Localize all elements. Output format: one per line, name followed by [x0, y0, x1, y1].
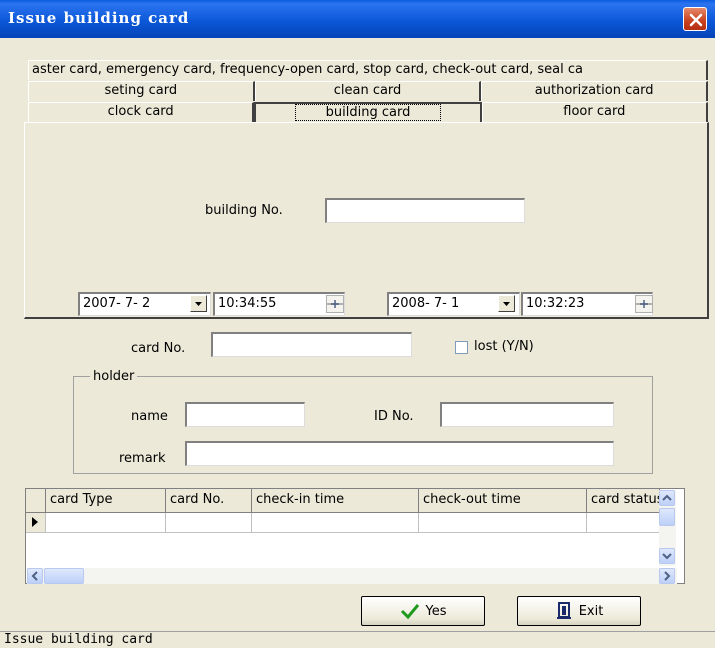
end-time-picker[interactable]: 10:32:23	[521, 292, 653, 316]
building-no-label: building No.	[205, 203, 283, 218]
grid-vertical-scrollbar[interactable]	[659, 490, 676, 566]
id-no-label: ID No.	[374, 409, 414, 424]
end-time-value: 10:32:23	[526, 296, 585, 311]
scroll-down-button[interactable]	[659, 548, 675, 564]
grid-header-card-type[interactable]: card Type	[46, 489, 166, 513]
holder-legend: holder	[90, 369, 138, 384]
chevron-left-icon	[31, 571, 38, 581]
spin-icon	[331, 300, 339, 308]
end-date-value: 2008- 7- 1	[392, 296, 460, 311]
current-row-arrow-icon	[32, 517, 38, 527]
grid-header-card-status[interactable]: card status	[587, 489, 660, 513]
tab-clean-card[interactable]: clean card	[254, 81, 482, 101]
start-time-value: 10:34:55	[218, 296, 277, 311]
yes-button-label: Yes	[425, 603, 447, 619]
status-bar: Issue building card	[0, 631, 715, 648]
window-title: Issue building card	[8, 9, 190, 27]
close-button[interactable]	[683, 7, 707, 31]
close-icon	[689, 13, 703, 27]
lost-label: lost (Y/N)	[474, 339, 534, 354]
scroll-up-button[interactable]	[659, 490, 675, 506]
row-indicator	[26, 513, 46, 533]
grid-header-card-no[interactable]: card No.	[166, 489, 252, 513]
scroll-thumb[interactable]	[44, 568, 84, 584]
grid-cell[interactable]	[419, 513, 587, 533]
name-label: name	[131, 409, 168, 424]
grid-corner	[26, 489, 46, 513]
scroll-right-button[interactable]	[659, 568, 675, 584]
exit-button[interactable]: Exit	[517, 596, 641, 626]
chevron-down-icon	[195, 302, 202, 306]
grid-cell[interactable]	[166, 513, 252, 533]
tab-seting-card[interactable]: seting card	[28, 81, 255, 101]
tab-building-card[interactable]: building card	[254, 102, 482, 122]
scroll-left-button[interactable]	[27, 568, 43, 584]
card-no-input[interactable]	[211, 332, 412, 357]
name-input[interactable]	[185, 402, 305, 427]
chevron-up-icon	[662, 494, 672, 501]
tab-authorization-card[interactable]: authorization card	[481, 81, 709, 101]
grid-cell[interactable]	[587, 513, 660, 533]
start-time-spin[interactable]	[326, 295, 344, 313]
scroll-thumb[interactable]	[659, 508, 675, 526]
grid-horizontal-scrollbar[interactable]	[27, 568, 677, 584]
start-date-value: 2007- 7- 2	[83, 296, 151, 311]
exit-button-label: Exit	[578, 603, 604, 619]
tab-building-card-label: building card	[294, 104, 442, 121]
card-no-label: card No.	[131, 341, 186, 356]
grid-header-check-in[interactable]: check-in time	[252, 489, 419, 513]
start-date-dropdown[interactable]	[190, 295, 207, 312]
tab-row-0: aster card, emergency card, frequency-op…	[28, 60, 708, 80]
tab-row-2: clock card building card floor card	[28, 102, 708, 122]
chevron-down-icon	[503, 302, 510, 306]
remark-input[interactable]	[185, 441, 614, 466]
tab-master-cards[interactable]: aster card, emergency card, frequency-op…	[28, 60, 708, 80]
lost-checkbox[interactable]	[455, 341, 468, 354]
spin-icon	[640, 300, 648, 308]
checkmark-icon	[400, 604, 419, 620]
grid-header-check-out[interactable]: check-out time	[419, 489, 587, 513]
tab-row-1: seting card clean card authorization car…	[28, 81, 709, 101]
end-time-spin[interactable]	[635, 295, 653, 313]
building-no-input[interactable]	[325, 198, 525, 223]
yes-button[interactable]: Yes	[361, 596, 485, 626]
id-no-input[interactable]	[440, 402, 614, 427]
end-date-dropdown[interactable]	[498, 295, 515, 312]
tab-clock-card[interactable]: clock card	[28, 102, 255, 122]
chevron-down-icon	[662, 553, 672, 560]
remark-label: remark	[119, 451, 166, 466]
grid-cell[interactable]	[252, 513, 419, 533]
tab-floor-card[interactable]: floor card	[481, 102, 708, 122]
grid-cell[interactable]	[46, 513, 166, 533]
chevron-right-icon	[664, 571, 671, 581]
exit-door-icon	[556, 602, 571, 619]
